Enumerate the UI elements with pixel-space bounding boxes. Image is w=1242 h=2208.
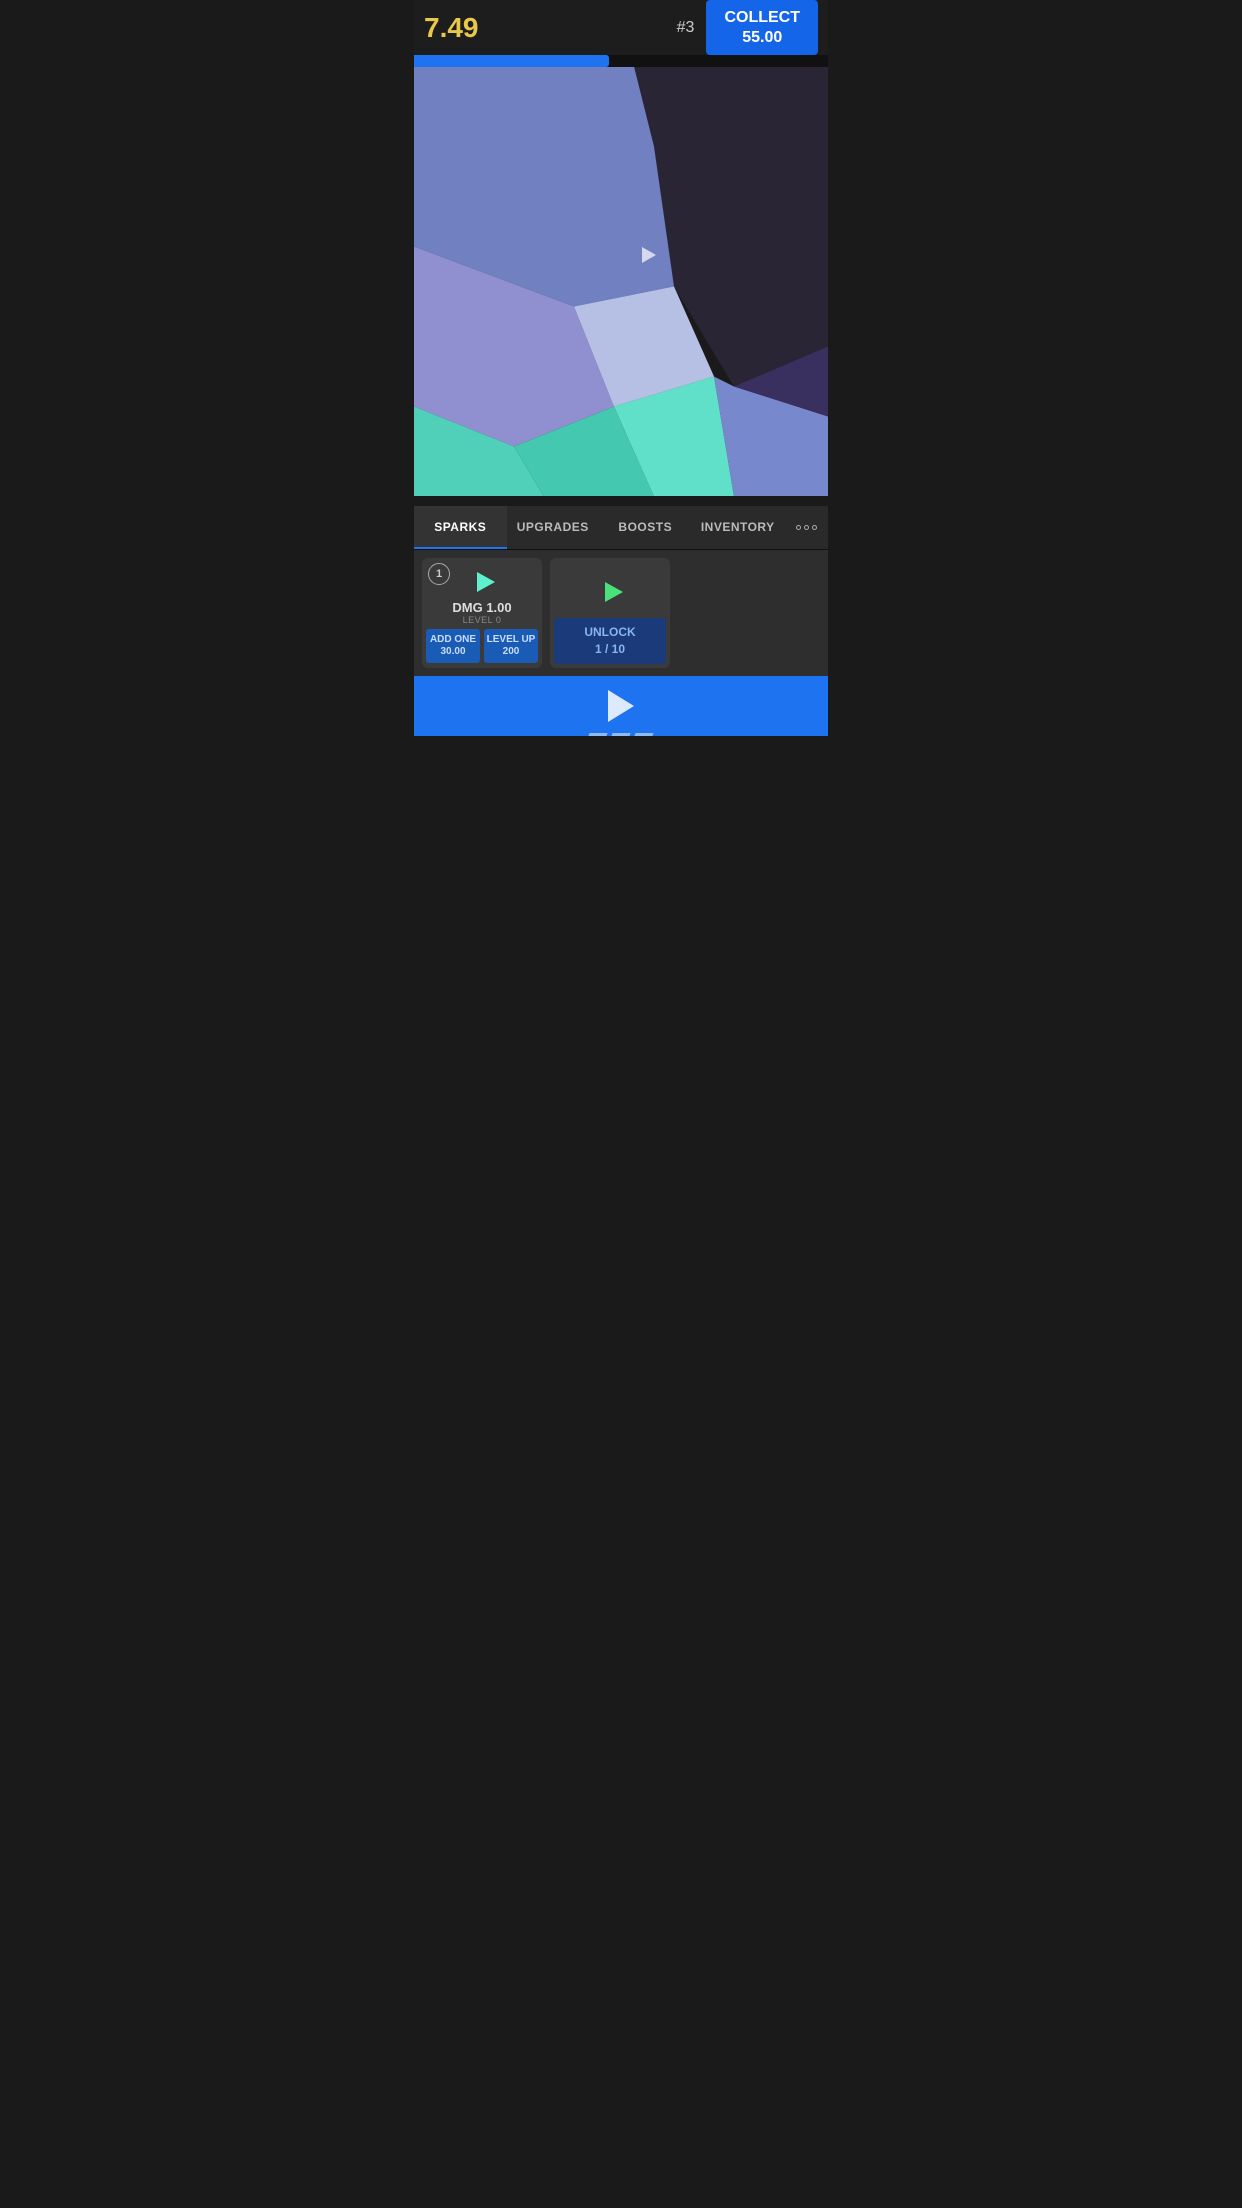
spark-arrow-cyan [473,572,491,592]
level-up-button[interactable]: LEVEL UP 200 [484,629,538,663]
spark-card-1[interactable]: 1 DMG 1.00 LEVEL 0 ADD ONE 30.00 LEVEL U… [422,558,542,668]
score-display: 7.49 [424,12,677,44]
add-one-button[interactable]: ADD ONE 30.00 [426,629,480,663]
spark-arrow-green [601,582,619,602]
unlock-button[interactable]: UNLOCK 1 / 10 [554,618,666,664]
hud-bar: 7.49 #3 COLLECT 55.00 [414,0,828,55]
more-dots-icon [796,525,817,530]
progress-bar-fill [414,55,609,67]
game-area[interactable] [414,67,828,496]
card-action-buttons: ADD ONE 30.00 LEVEL UP 200 [426,629,538,663]
spark-level-label: LEVEL 0 [463,615,502,625]
tab-sparks[interactable]: SPARKS [414,506,507,549]
bottom-fire-bar[interactable] [414,676,828,736]
spark-dmg-label: DMG 1.00 [452,600,511,615]
spark-card-2[interactable]: UNLOCK 1 / 10 [550,558,670,668]
card-number-1: 1 [428,563,450,585]
more-button[interactable] [784,506,828,549]
rank-display: #3 [677,19,695,37]
cards-area: 1 DMG 1.00 LEVEL 0 ADD ONE 30.00 LEVEL U… [414,550,828,676]
tab-boosts[interactable]: BOOSTS [599,506,692,549]
game-cursor-arrow [642,247,656,263]
tab-upgrades[interactable]: UPGRADES [507,506,600,549]
progress-bar-container [414,55,828,67]
tab-inventory[interactable]: INVENTORY [692,506,785,549]
tabs-bar: SPARKS UPGRADES BOOSTS INVENTORY [414,506,828,550]
fire-arrow-icon [608,690,634,722]
game-canvas [414,67,828,496]
collect-button[interactable]: COLLECT 55.00 [706,0,818,54]
